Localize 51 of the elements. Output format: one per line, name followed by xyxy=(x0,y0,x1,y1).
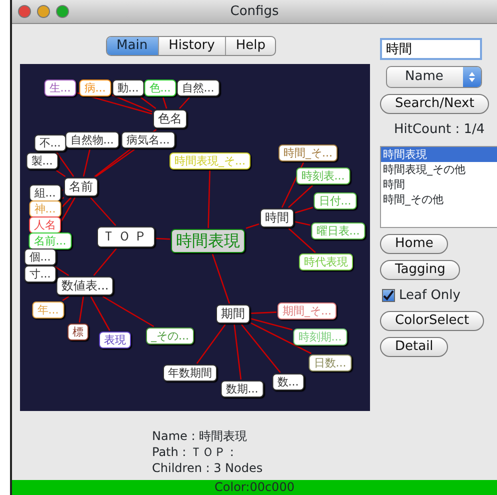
tab[interactable]: Help xyxy=(226,37,276,55)
info-line: Path : ＴＯＰ : xyxy=(152,444,235,460)
graph-node[interactable]: 組... xyxy=(29,184,61,202)
leaf-only-checkbox[interactable] xyxy=(382,288,395,302)
graph-node[interactable]: _その... xyxy=(146,328,194,344)
graph-node[interactable]: 個... xyxy=(24,248,56,266)
graph-node[interactable]: 病気名... xyxy=(121,132,175,148)
graph-node[interactable]: 標 xyxy=(68,324,88,340)
minimize-button[interactable] xyxy=(37,5,50,18)
result-item[interactable]: 時間表現 xyxy=(381,146,497,162)
graph-node[interactable]: 動... xyxy=(112,80,144,96)
button[interactable]: ColorSelect xyxy=(380,311,484,331)
graph-node[interactable]: ＴＯＰ xyxy=(97,226,155,248)
graph-node[interactable]: 表現 xyxy=(99,332,131,348)
tab[interactable]: Main xyxy=(106,37,159,55)
result-item[interactable]: 時間表現_その他 xyxy=(381,162,497,176)
tab[interactable]: History xyxy=(158,37,226,55)
button[interactable]: Detail xyxy=(380,337,448,357)
graph-node[interactable]: 数... xyxy=(272,374,304,390)
graph-node[interactable]: 時間_そ... xyxy=(278,144,338,162)
window-title: Configs xyxy=(230,4,279,19)
search-field[interactable]: 時間 xyxy=(380,38,482,60)
hit-count: HitCount : 1/4 xyxy=(394,121,485,139)
info-line: Children : 3 Nodes xyxy=(152,460,264,476)
graph-node[interactable]: 色名 xyxy=(153,110,187,128)
graph-node[interactable]: 年数期間 xyxy=(163,364,217,382)
search-button[interactable]: Search/Next xyxy=(380,94,490,114)
graph-node[interactable]: 時間 xyxy=(260,208,294,228)
result-item[interactable]: 時間_その他 xyxy=(381,192,497,206)
graph-node[interactable]: 期間 xyxy=(216,304,250,324)
graph-node[interactable]: 人名 xyxy=(29,216,61,234)
stepper-icon xyxy=(463,67,481,87)
graph-node[interactable]: 製... xyxy=(26,152,58,170)
info-line: Name : 時間表現 xyxy=(152,428,248,444)
status-bar: Color:00c000 xyxy=(12,480,497,495)
graph-node[interactable]: 数期... xyxy=(220,380,264,398)
graph-node[interactable]: 生... xyxy=(44,80,76,96)
graph-node[interactable]: 不... xyxy=(34,134,66,152)
graph-node[interactable]: 名前 xyxy=(64,178,98,196)
button[interactable]: Tagging xyxy=(380,260,460,280)
result-item[interactable]: 時間 xyxy=(381,176,497,192)
checkbox-label: Leaf Only xyxy=(399,286,460,304)
graph-node[interactable]: 自然... xyxy=(176,80,220,96)
graph-node[interactable]: 自然物... xyxy=(65,132,119,148)
search-mode-select[interactable]: Name xyxy=(386,66,482,88)
zoom-button[interactable] xyxy=(56,5,69,18)
button[interactable]: Home xyxy=(380,234,448,254)
graph-node[interactable]: 数値表... xyxy=(56,276,114,296)
graph-node[interactable]: 寸... xyxy=(24,266,56,282)
close-button[interactable] xyxy=(18,5,31,18)
graph-node[interactable]: 日数... xyxy=(308,354,352,372)
